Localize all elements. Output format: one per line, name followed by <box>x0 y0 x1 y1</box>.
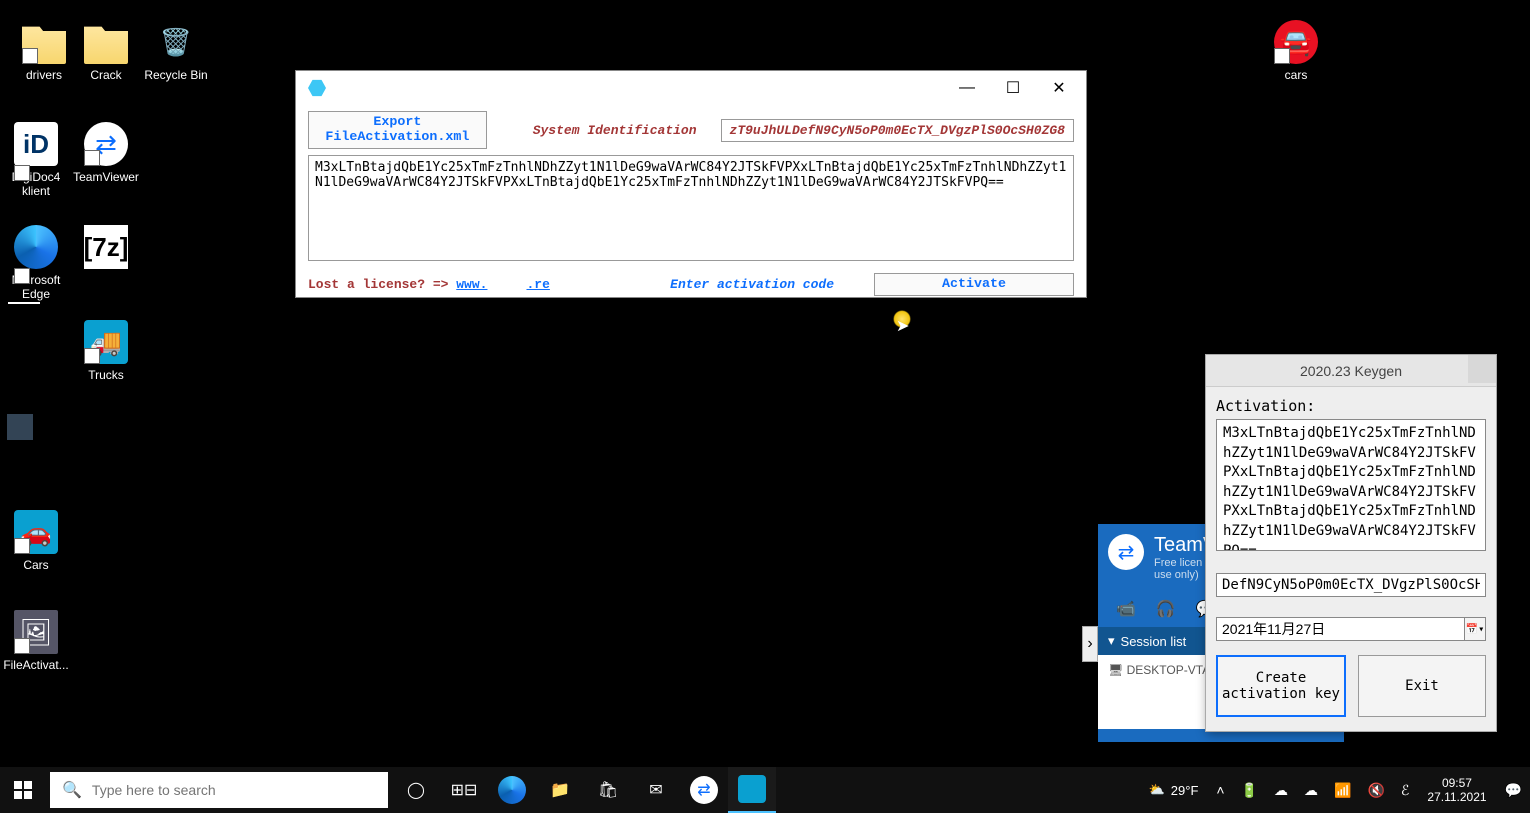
export-file-activation-button[interactable]: Export FileActivation.xml <box>308 111 487 149</box>
keygen-close-button[interactable] <box>1468 355 1496 383</box>
truck-app-icon: 🚚 <box>84 320 128 364</box>
taskbar-explorer[interactable]: 📁 <box>536 767 584 813</box>
tray-wifi-icon[interactable]: 📶 <box>1326 767 1359 813</box>
taskbar: 🔍 ◯ ⊞⊟ 📁 🛍 ✉ ⇄ ⛅ 29°F ˄ 🔋 ☁ ☁ 📶 🔇 ℰ 09:5… <box>0 767 1530 813</box>
clock-date: 27.11.2021 <box>1427 790 1486 804</box>
desktop-icon-crack[interactable]: Crack <box>70 20 142 82</box>
digidoc-icon: iD <box>14 122 58 166</box>
date-input[interactable] <box>1216 617 1465 641</box>
app-hexagon-icon <box>308 79 326 97</box>
sevenz-icon: [7z] <box>84 225 128 269</box>
cursor-arrow-icon: ➤ <box>896 316 909 336</box>
activate-button[interactable]: Activate <box>874 273 1074 296</box>
windows-logo-icon <box>14 781 32 799</box>
tray-battery-icon[interactable]: 🔋 <box>1233 767 1266 813</box>
tray-notifications-icon[interactable]: 💬 <box>1497 767 1530 813</box>
system-identification-label: System Identification <box>533 123 697 138</box>
cortana-button[interactable]: ⊞⊟ <box>440 767 488 813</box>
generic-icon <box>7 414 33 440</box>
desktop-icon-digidoc[interactable]: iD DigiDoc4 klient <box>0 122 72 199</box>
system-identification-value[interactable]: zT9uJhULDefN9CyN5oP0m0EcTX_DVgzPlS0OcSH0… <box>721 119 1074 142</box>
keygen-title-text: 2020.23 Keygen <box>1300 363 1402 379</box>
enter-activation-code-label: Enter activation code <box>670 277 834 292</box>
activation-label: Activation: <box>1216 397 1486 415</box>
recycle-bin-icon: 🗑️ <box>154 20 198 64</box>
taskbar-edge[interactable] <box>488 767 536 813</box>
create-activation-key-button[interactable]: Create activation key <box>1216 655 1346 717</box>
lost-license-link[interactable]: www. <box>456 277 487 292</box>
taskbar-search[interactable]: 🔍 <box>50 772 388 808</box>
taskbar-teamviewer[interactable]: ⇄ <box>680 767 728 813</box>
weather-icon: ⛅ <box>1149 782 1165 798</box>
car-app-icon: 🚗 <box>14 510 58 554</box>
search-input[interactable] <box>92 782 376 798</box>
cursor-highlight <box>893 310 911 328</box>
taskbar-clock[interactable]: 09:57 27.11.2021 <box>1417 776 1496 805</box>
desktop-icon-recycle-bin[interactable]: 🗑️ Recycle Bin <box>140 20 212 82</box>
search-icon: 🔍 <box>62 780 82 800</box>
lost-license-link2[interactable]: .re <box>526 277 549 292</box>
tray-volume-icon[interactable]: 🔇 <box>1359 767 1392 813</box>
activation-window: — ☐ ✕ Export FileActivation.xml System I… <box>295 70 1087 298</box>
maximize-button[interactable]: ☐ <box>990 72 1036 104</box>
tray-language-icon[interactable]: ℰ <box>1393 767 1417 813</box>
weather-widget[interactable]: ⛅ 29°F <box>1139 782 1209 798</box>
taskbar-store[interactable]: 🛍 <box>584 767 632 813</box>
lost-license-text: Lost a license? => www. .re <box>308 277 550 292</box>
folder-icon <box>22 20 66 64</box>
desktop-icon-fileactivat[interactable]: 🖼 FileActivat... <box>0 610 72 672</box>
edge-underline <box>8 302 40 304</box>
headset-icon[interactable]: 🎧 <box>1156 599 1176 619</box>
video-icon[interactable]: 📹 <box>1116 599 1136 619</box>
activation-code-textarea[interactable] <box>308 155 1074 261</box>
desktop-icon-small[interactable] <box>0 414 40 444</box>
start-button[interactable] <box>0 767 46 813</box>
desktop-icon-trucks[interactable]: 🚚 Trucks <box>70 320 142 382</box>
minimize-button[interactable]: — <box>944 72 990 104</box>
taskbar-app-active[interactable] <box>728 767 776 813</box>
tray-cloud-icon[interactable]: ☁ <box>1296 767 1326 813</box>
car-red-icon: 🚘 <box>1274 20 1318 64</box>
desktop-icon-cars-red[interactable]: 🚘 cars <box>1260 20 1332 82</box>
clock-time: 09:57 <box>1427 776 1486 790</box>
activation-code-box[interactable] <box>1216 419 1486 551</box>
close-button[interactable]: ✕ <box>1036 72 1082 104</box>
desktop-icon-teamviewer[interactable]: ⇄ TeamViewer <box>70 122 142 184</box>
keygen-titlebar[interactable]: 2020.23 Keygen <box>1206 355 1496 387</box>
desktop-icon-cars-blue[interactable]: 🚗 Cars <box>0 510 72 572</box>
tray-chevron-up-icon[interactable]: ˄ <box>1208 767 1232 813</box>
teamviewer-icon: ⇄ <box>84 122 128 166</box>
date-picker-button[interactable]: 📅▾ <box>1464 617 1486 641</box>
keygen-window: 2020.23 Keygen Activation: 📅▾ Create act… <box>1205 354 1497 732</box>
exit-button[interactable]: Exit <box>1358 655 1486 717</box>
tray-onedrive-icon[interactable]: ☁ <box>1266 767 1296 813</box>
monitor-icon: 🖥 <box>1108 663 1123 677</box>
desktop-icon-edge[interactable]: Microsoft Edge <box>0 225 72 302</box>
hardware-id-input[interactable] <box>1216 573 1486 597</box>
teamviewer-logo-icon: ⇄ <box>1108 534 1144 570</box>
weather-temp: 29°F <box>1171 783 1199 798</box>
edge-icon <box>14 225 58 269</box>
file-icon: 🖼 <box>14 610 58 654</box>
desktop-icon-7z[interactable]: [7z] <box>70 225 142 273</box>
folder-icon <box>84 20 128 64</box>
panel-expand-button[interactable]: › <box>1082 626 1098 662</box>
taskbar-mail[interactable]: ✉ <box>632 767 680 813</box>
window-titlebar[interactable]: — ☐ ✕ <box>296 71 1086 105</box>
task-view-button[interactable]: ◯ <box>392 767 440 813</box>
chevron-down-icon: ▾ <box>1108 633 1115 649</box>
